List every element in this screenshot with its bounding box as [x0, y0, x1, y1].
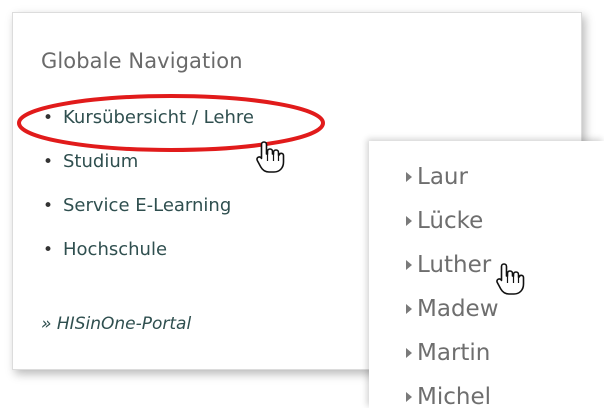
bullet-icon: •: [43, 196, 54, 216]
nav-link-kursuebersicht[interactable]: Kursübersicht / Lehre: [63, 107, 254, 129]
nav-item-kursuebersicht[interactable]: • Kursübersicht / Lehre: [40, 107, 254, 151]
list-item-label: Madew: [417, 296, 499, 322]
nav-link-studium[interactable]: Studium: [63, 151, 138, 173]
list-item-label: Lücke: [417, 208, 484, 234]
list-item[interactable]: Martin: [406, 331, 499, 375]
nav-list: • Kursübersicht / Lehre • Studium • Serv…: [40, 107, 254, 283]
nav-item-hochschule[interactable]: • Hochschule: [40, 239, 254, 283]
list-item[interactable]: Michel: [406, 375, 499, 408]
bullet-icon: •: [43, 240, 54, 260]
list-item[interactable]: Madew: [406, 287, 499, 331]
nav-title: Globale Navigation: [41, 49, 243, 73]
list-item-label: Michel: [417, 384, 491, 408]
list-item[interactable]: Lücke: [406, 199, 499, 243]
screenshot-stage: Globale Navigation • Kursübersicht / Leh…: [0, 0, 604, 408]
list-item-label: Martin: [417, 340, 491, 366]
nav-item-service-elearning[interactable]: • Service E-Learning: [40, 195, 254, 239]
triangle-right-icon: [406, 260, 412, 270]
list-item[interactable]: Luther: [406, 243, 499, 287]
bullet-icon: •: [43, 152, 54, 172]
nav-link-service-elearning[interactable]: Service E-Learning: [63, 195, 231, 217]
bullet-icon: •: [43, 108, 54, 128]
nav-item-studium[interactable]: • Studium: [40, 151, 254, 195]
list-item-label: Laur: [417, 164, 468, 190]
triangle-right-icon: [406, 392, 412, 402]
list-item[interactable]: Laur: [406, 155, 499, 199]
triangle-right-icon: [406, 216, 412, 226]
hisinone-portal-link[interactable]: » HISinOne-Portal: [41, 314, 191, 334]
nav-link-hochschule[interactable]: Hochschule: [63, 239, 167, 261]
list-item-label: Luther: [417, 252, 492, 278]
triangle-right-icon: [406, 172, 412, 182]
name-list-panel: Laur Lücke Luther Madew Martin Michel: [369, 141, 604, 408]
triangle-right-icon: [406, 304, 412, 314]
triangle-right-icon: [406, 348, 412, 358]
name-list: Laur Lücke Luther Madew Martin Michel: [406, 155, 499, 408]
